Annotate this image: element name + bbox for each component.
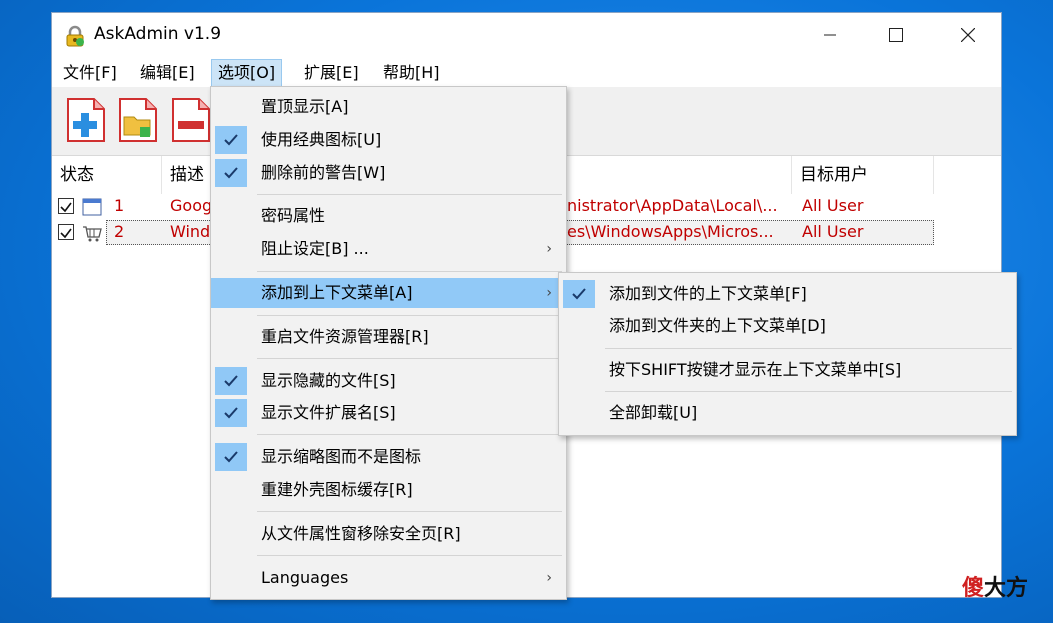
- add-file-icon: [67, 98, 105, 142]
- checkmark-icon: [215, 159, 247, 187]
- menu-separator: [605, 348, 1012, 349]
- menu-item-warn-before-delete[interactable]: 删除前的警告[W]: [211, 158, 566, 188]
- title-bar[interactable]: AskAdmin v1.9: [52, 13, 1001, 57]
- menu-item-block-settings[interactable]: 阻止设定[B] ... ›: [211, 234, 566, 264]
- checkmark-icon: [215, 443, 247, 471]
- menu-item-add-to-context-menu[interactable]: 添加到上下文菜单[A] ›: [211, 278, 566, 308]
- menu-separator: [257, 358, 562, 359]
- menu-extensions[interactable]: 扩展[E]: [298, 59, 365, 87]
- submenu-item-shift-only[interactable]: 按下SHIFT按键才显示在上下文菜单中[S]: [559, 355, 1016, 385]
- add-folder-button[interactable]: [116, 95, 160, 145]
- menu-item-restart-explorer[interactable]: 重启文件资源管理器[R]: [211, 322, 566, 352]
- menu-item-classic-icons[interactable]: 使用经典图标[U]: [211, 125, 566, 155]
- chevron-right-icon: ›: [546, 285, 552, 301]
- menu-item-rebuild-icon-cache[interactable]: 重建外壳图标缓存[R]: [211, 475, 566, 505]
- menu-item-password[interactable]: 密码属性: [211, 201, 566, 231]
- lock-icon: [64, 25, 86, 47]
- menu-item-always-on-top[interactable]: 置顶显示[A]: [211, 92, 566, 122]
- menu-separator: [257, 315, 562, 316]
- store-cart-icon: [82, 223, 102, 243]
- remove-item-button[interactable]: [169, 95, 213, 145]
- checkbox[interactable]: [58, 224, 74, 240]
- checkbox[interactable]: [58, 198, 74, 214]
- context-submenu: 添加到文件的上下文菜单[F] 添加到文件夹的上下文菜单[D] 按下SHIFT按键…: [558, 272, 1017, 436]
- column-target-user[interactable]: 目标用户: [792, 156, 934, 194]
- maximize-button[interactable]: [873, 13, 919, 57]
- menu-edit[interactable]: 编辑[E]: [134, 59, 201, 87]
- menu-separator: [257, 511, 562, 512]
- options-menu: 置顶显示[A] 使用经典图标[U] 删除前的警告[W] 密码属性 阻止设定[B]…: [210, 86, 567, 600]
- chevron-right-icon: ›: [546, 570, 552, 586]
- menu-item-remove-security-tab[interactable]: 从文件属性窗移除安全页[R]: [211, 519, 566, 549]
- add-item-button[interactable]: [64, 95, 108, 145]
- row-path: es\WindowsApps\Micros...: [567, 222, 774, 241]
- watermark: 傻大方: [962, 576, 1029, 601]
- row-path: nistrator\AppData\Local\...: [567, 196, 778, 215]
- row-number: 2: [114, 222, 125, 241]
- chevron-right-icon: ›: [546, 241, 552, 257]
- close-button[interactable]: [945, 13, 991, 57]
- menu-item-show-thumbnails[interactable]: 显示缩略图而不是图标: [211, 442, 566, 472]
- window-title: AskAdmin v1.9: [94, 24, 222, 44]
- menu-bar: 文件[F] 编辑[E] 选项[O] 扩展[E] 帮助[H]: [52, 59, 1001, 87]
- row-user: All User: [802, 222, 864, 241]
- checkmark-icon: [215, 367, 247, 395]
- menu-item-show-extensions[interactable]: 显示文件扩展名[S]: [211, 398, 566, 428]
- minimize-button[interactable]: [807, 13, 853, 57]
- menu-separator: [257, 434, 562, 435]
- row-number: 1: [114, 196, 125, 215]
- menu-options[interactable]: 选项[O]: [211, 59, 283, 87]
- submenu-item-file-context[interactable]: 添加到文件的上下文菜单[F]: [559, 279, 1016, 309]
- menu-help[interactable]: 帮助[H]: [377, 59, 446, 87]
- checkmark-icon: [215, 399, 247, 427]
- submenu-item-folder-context[interactable]: 添加到文件夹的上下文菜单[D]: [559, 311, 1016, 341]
- row-description: Wind: [170, 222, 210, 241]
- menu-separator: [605, 391, 1012, 392]
- row-description: Goog: [170, 196, 210, 215]
- menu-separator: [257, 194, 562, 195]
- menu-separator: [257, 555, 562, 556]
- menu-file[interactable]: 文件[F]: [57, 59, 123, 87]
- submenu-item-uninstall-all[interactable]: 全部卸载[U]: [559, 398, 1016, 428]
- menu-item-languages[interactable]: Languages ›: [211, 563, 566, 593]
- menu-item-show-hidden-files[interactable]: 显示隐藏的文件[S]: [211, 366, 566, 396]
- column-status[interactable]: 状态: [52, 156, 162, 194]
- menu-separator: [257, 271, 562, 272]
- app-window-icon: [82, 197, 102, 217]
- row-user: All User: [802, 196, 864, 215]
- add-folder-icon: [119, 98, 157, 142]
- remove-file-icon: [172, 98, 210, 142]
- checkmark-icon: [563, 280, 595, 308]
- checkmark-icon: [215, 126, 247, 154]
